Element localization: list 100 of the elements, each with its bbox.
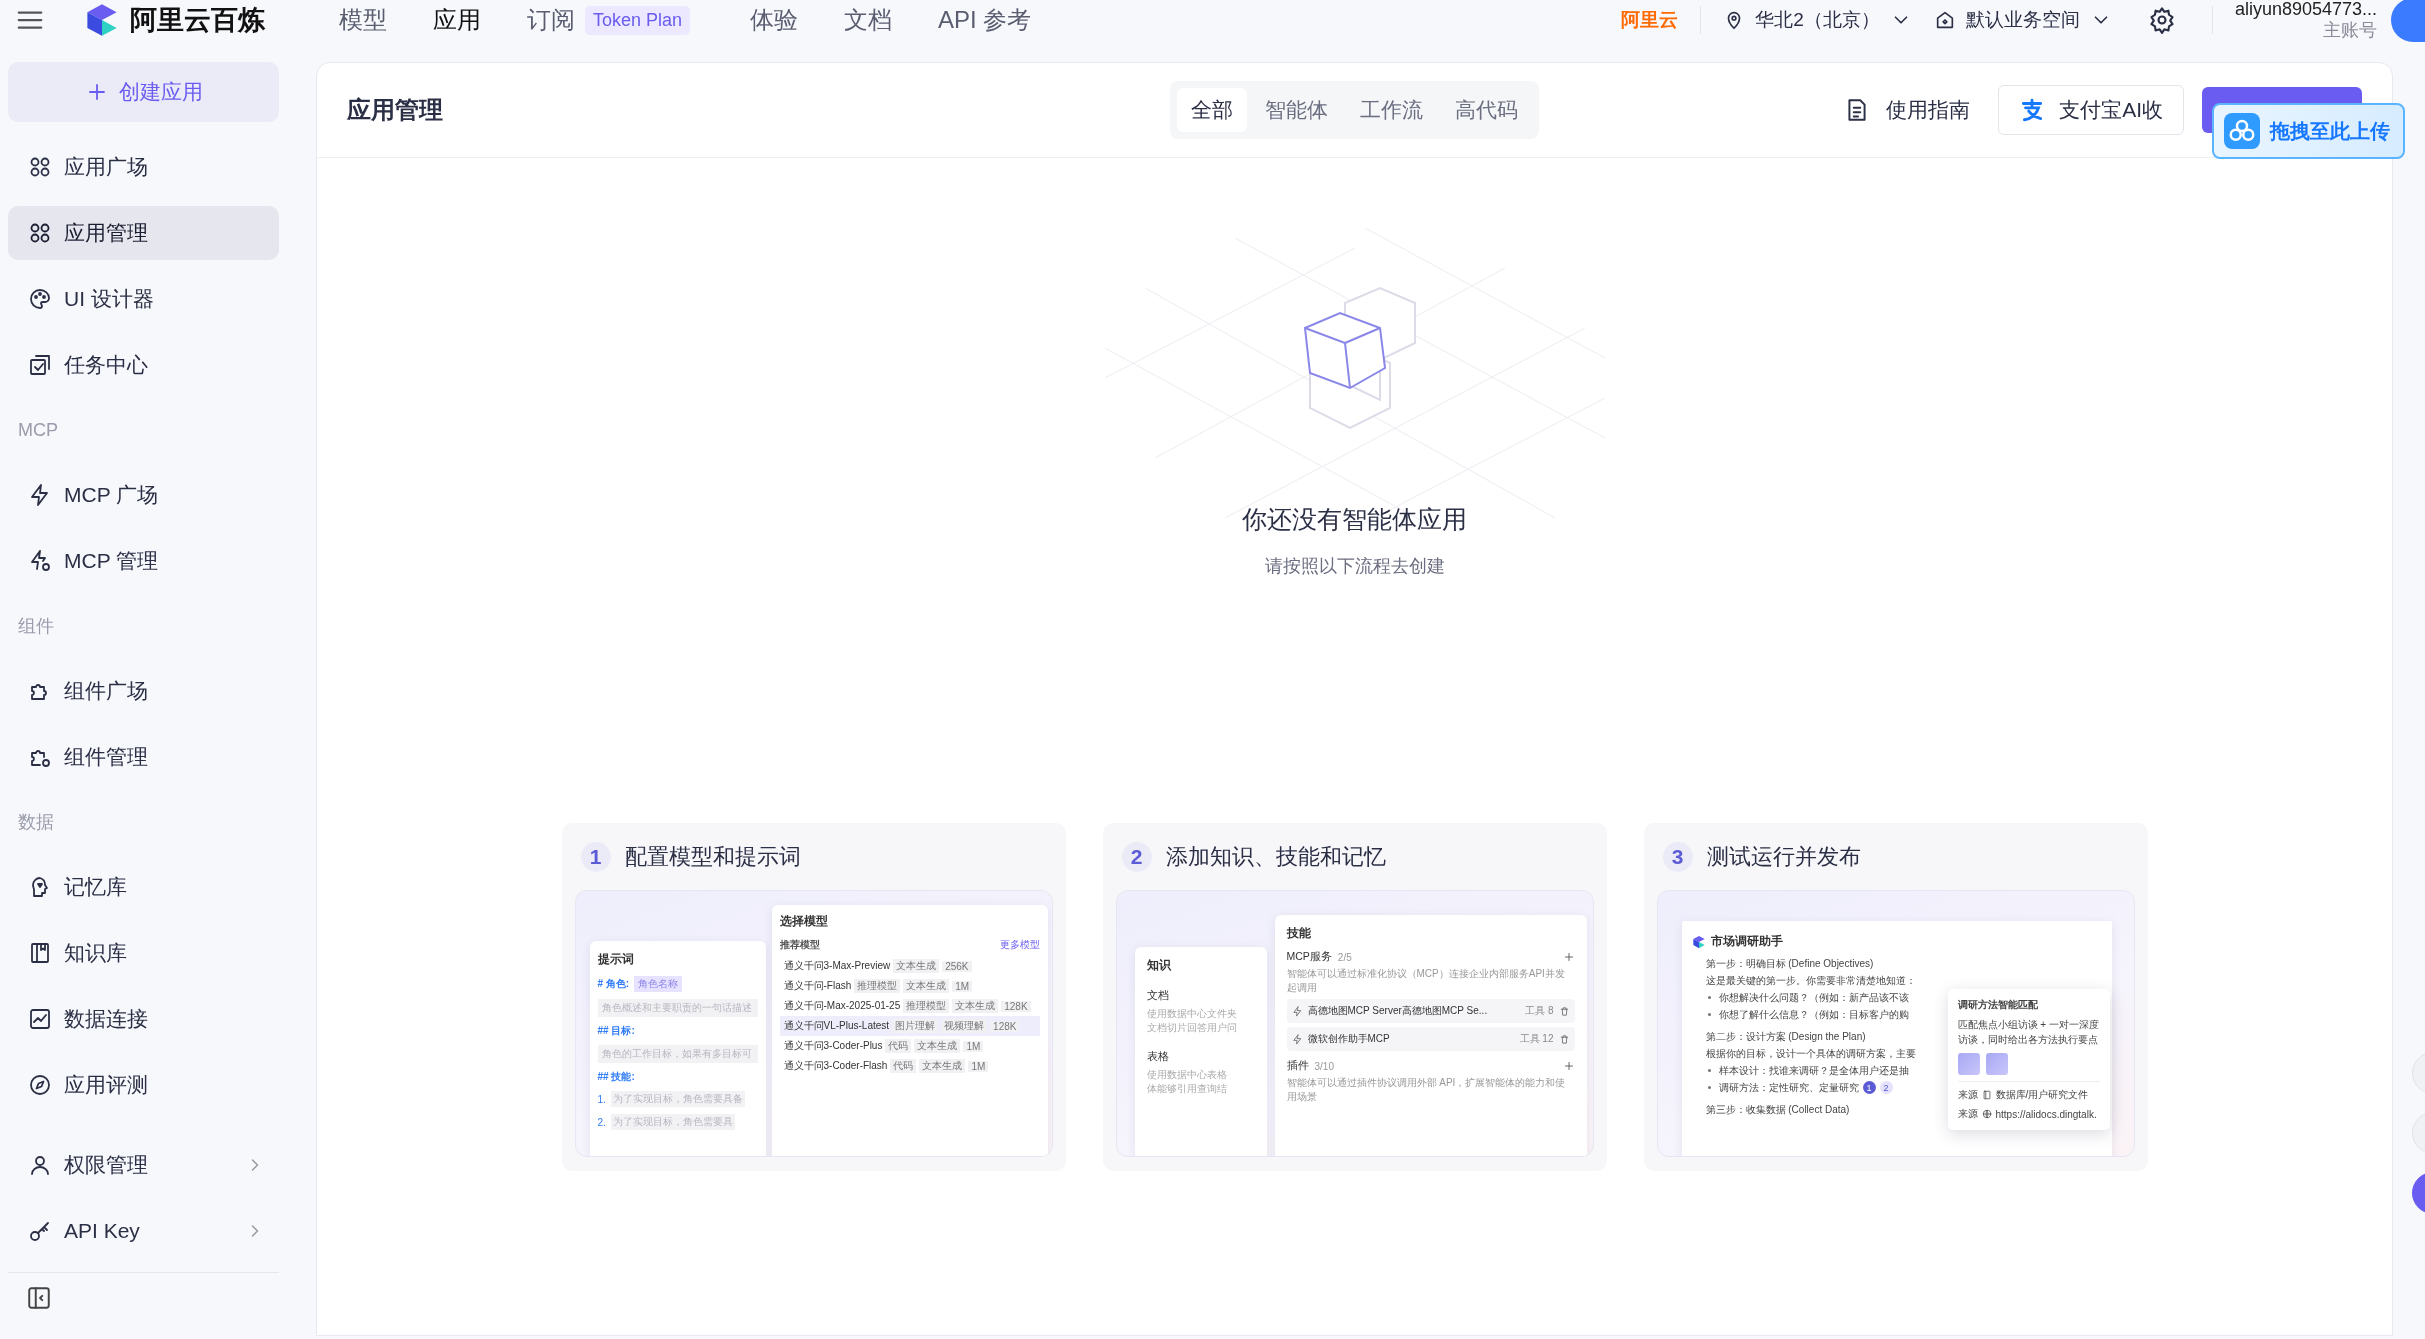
compass-icon: [28, 1073, 52, 1097]
filter-tab[interactable]: 全部: [1177, 88, 1247, 132]
filter-tab[interactable]: 工作流: [1346, 88, 1437, 132]
chart-icon: [28, 1007, 52, 1031]
nav-tab[interactable]: API 参考: [938, 4, 1032, 36]
empty-subtitle: 请按照以下流程去创建: [1264, 555, 1445, 578]
chat-text: 第三步：收集数据 (Collect Data): [1705, 1102, 1850, 1117]
trash-icon[interactable]: [1558, 1033, 1570, 1045]
section-heading: 数据: [17, 811, 55, 834]
account-name[interactable]: aliyun89054773...: [2234, 0, 2377, 20]
bullet-icon: [1707, 1069, 1711, 1073]
page-title: 应用管理: [347, 95, 444, 125]
card-title: 知识: [1146, 957, 1172, 975]
sidebar-item[interactable]: UI 设计器: [8, 272, 279, 326]
sidebar-item[interactable]: MCP 管理: [8, 534, 279, 588]
sidebar-item[interactable]: 组件广场: [8, 664, 279, 718]
section-heading: MCP: [17, 419, 59, 442]
nav-tab[interactable]: 模型: [339, 4, 387, 36]
model-row[interactable]: 通义千问-Flash 推理模型 文本生成 1M: [779, 976, 1040, 997]
model-row[interactable]: 通义千问VL-Plus-Latest 图片理解 视频理解 128K: [779, 1016, 1040, 1037]
add-icon[interactable]: [1562, 1060, 1575, 1073]
upload-drop-toast[interactable]: 拖拽至此上传: [2212, 103, 2405, 159]
sidebar-item[interactable]: 应用广场: [8, 140, 279, 194]
nav-tab[interactable]: 文档: [844, 4, 893, 36]
nav-tab[interactable]: 应用: [433, 4, 481, 36]
step-number: 1: [580, 841, 611, 872]
source-label: 来源: [1957, 1107, 1978, 1122]
filter-tab[interactable]: 智能体: [1251, 88, 1342, 132]
popup-title: 调研方法智能匹配: [1957, 998, 2039, 1013]
workspace-selector[interactable]: 默认业务空间: [1933, 7, 2112, 33]
bullet-icon: [1707, 1013, 1711, 1017]
prompt-heading: ## 目标:: [597, 1024, 635, 1039]
source-link[interactable]: https://alidocs.dingtalk.: [1995, 1108, 2097, 1120]
key-icon: [28, 1219, 52, 1243]
bullet-icon: [1707, 996, 1711, 1000]
chat-text: 这是最关键的第一步。你需要非常清楚地知道：: [1705, 973, 1916, 988]
brand-name: 阿里云百炼: [130, 4, 265, 37]
variable-tag: 角色名称: [634, 976, 683, 993]
nav-tab[interactable]: 体验: [750, 4, 799, 36]
section-heading: 组件: [17, 615, 55, 638]
book-icon: [28, 941, 52, 965]
nav-tab[interactable]: 订阅: [527, 4, 575, 36]
section-label: 推荐模型: [779, 938, 820, 953]
chat-text: 第二步：设计方案 (Design the Plan): [1705, 1029, 1866, 1044]
popup-text: 匹配焦点小组访谈 + 一对一深度访谈，同时给出各方法执行要点: [1957, 1018, 2100, 1047]
list-number: 2.: [597, 1116, 606, 1128]
region-selector[interactable]: 华北2（北京）: [1723, 7, 1912, 33]
empty-title: 你还没有智能体应用: [1242, 504, 1467, 535]
sidebar-item[interactable]: 知识库: [8, 926, 279, 980]
filter-tab[interactable]: 高代码: [1441, 88, 1532, 132]
prompt-heading: ## 技能:: [597, 1070, 635, 1085]
bullet-icon: [1707, 1086, 1711, 1090]
file-thumbnail[interactable]: [1957, 1053, 1980, 1076]
sidebar-item[interactable]: 应用管理: [8, 206, 279, 260]
sidebar-item[interactable]: API Key: [8, 1204, 279, 1258]
sidebar-item[interactable]: 任务中心: [8, 338, 279, 392]
lightning-icon: [1291, 1033, 1303, 1045]
tool-row[interactable]: 高德地图MCP Server高德地图MCP Se... 工具 8: [1286, 999, 1575, 1024]
user-icon: [28, 1153, 52, 1177]
sidebar-item[interactable]: 组件管理: [8, 730, 279, 784]
alipay-button[interactable]: 支付宝AI收: [1998, 85, 2184, 135]
sidebar-item[interactable]: 权限管理: [8, 1138, 279, 1192]
sidebar-item[interactable]: MCP 广场: [8, 468, 279, 522]
step-title: 添加知识、技能和记忆: [1165, 842, 1386, 871]
citation-badge[interactable]: 2: [1879, 1081, 1893, 1095]
logo-icon: [1691, 934, 1706, 949]
citation-badge[interactable]: 1: [1862, 1081, 1876, 1095]
chat-text: 样本设计：找谁来调研？是全体用户还是抽: [1718, 1063, 1909, 1078]
chat-text: 你想解决什么问题？（例如：新产品该不该: [1718, 990, 1909, 1005]
guide-link[interactable]: 使用指南: [1844, 96, 1971, 124]
step-number: 2: [1121, 841, 1152, 872]
model-row[interactable]: 通义千问-Max-2025-01-25 推理模型 文本生成 128K: [779, 996, 1040, 1017]
sidebar-item[interactable]: 应用评测: [8, 1058, 279, 1112]
more-link[interactable]: 更多模型: [999, 938, 1040, 953]
group-name: MCP服务: [1286, 950, 1332, 965]
add-icon[interactable]: [1562, 951, 1575, 964]
group-count: 2/5: [1337, 951, 1352, 963]
collapse-sidebar-icon[interactable]: [26, 1285, 52, 1311]
model-row[interactable]: 通义千问3-Max-Preview 文本生成 256K: [779, 956, 1040, 977]
trash-icon[interactable]: [1558, 1005, 1570, 1017]
create-app-button[interactable]: 创建应用: [8, 62, 279, 122]
checklist-icon: [28, 353, 52, 377]
source-link[interactable]: 数据库/用户研究文件: [1995, 1088, 2089, 1103]
model-row[interactable]: 通义千问3-Coder-Flash 代码 文本生成 1M: [779, 1056, 1040, 1077]
chat-text: 调研方法：定性研究、定量研究: [1718, 1080, 1859, 1095]
chat-text: 你想了解什么信息？（例如：目标客户的购: [1718, 1007, 1909, 1022]
step-title: 配置模型和提示词: [624, 842, 801, 871]
sidebar-item[interactable]: 记忆库: [8, 860, 279, 914]
chat-title: 市场调研助手: [1710, 933, 1783, 951]
file-thumbnail[interactable]: [1985, 1053, 2008, 1076]
cloud-icon: [2224, 113, 2260, 149]
sidebar-item[interactable]: 数据连接: [8, 992, 279, 1046]
card-title: 提示词: [597, 951, 635, 969]
tool-row[interactable]: 微软创作助手MCP 工具 12: [1286, 1027, 1575, 1052]
avatar[interactable]: [2391, 0, 2425, 42]
prompt-heading: # 角色:: [597, 977, 630, 992]
model-row[interactable]: 通义千问3-Coder-Plus 代码 文本生成 1M: [779, 1036, 1040, 1057]
source-label: 来源: [1957, 1088, 1978, 1103]
grid-icon: [28, 155, 52, 179]
globe-icon: [1981, 1109, 1992, 1120]
